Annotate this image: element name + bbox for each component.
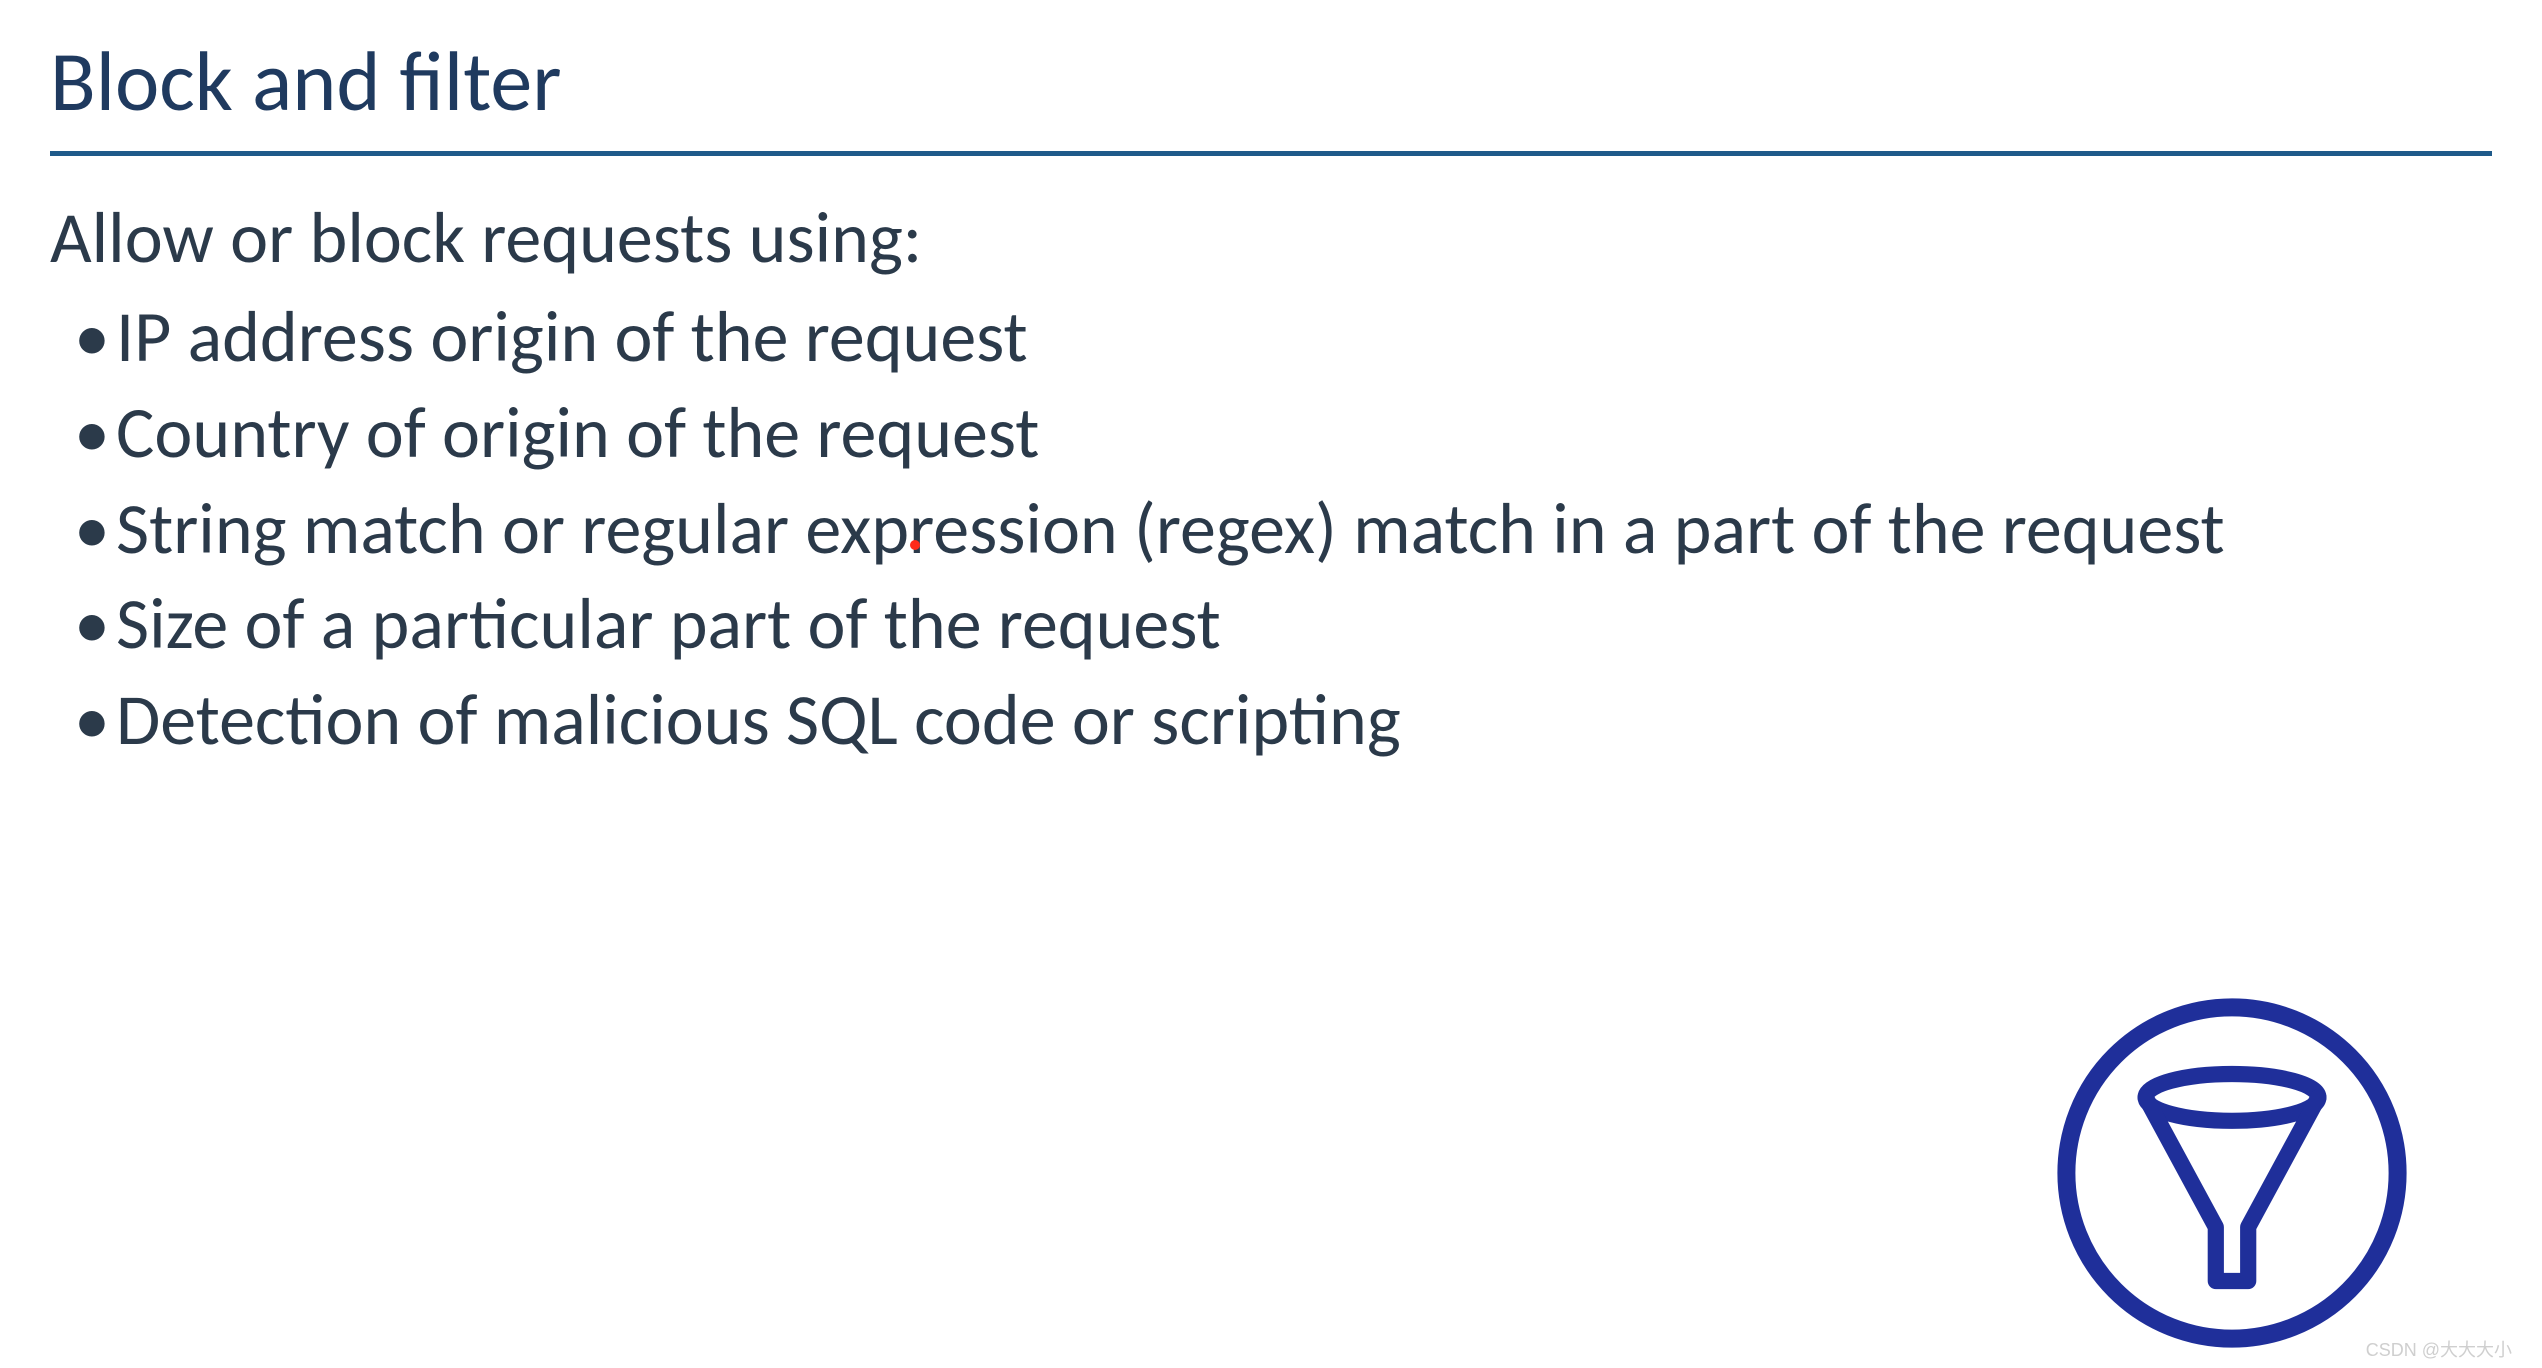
- bullet-item: Country of origin of the request: [74, 386, 2492, 482]
- watermark-text: CSDN @大大大小: [2366, 1336, 2512, 1362]
- slide-title: Block and filter: [50, 30, 2492, 133]
- bullet-item: Size of a particular part of the request: [74, 577, 2492, 673]
- title-divider: [50, 151, 2492, 156]
- intro-text: Allow or block requests using:: [50, 194, 2492, 282]
- bullet-item: Detection of malicious SQL code or scrip…: [74, 673, 2492, 769]
- bullet-item: String match or regular expression (rege…: [74, 482, 2492, 578]
- funnel-filter-icon: [2052, 993, 2412, 1353]
- laser-pointer-dot: [910, 540, 920, 550]
- bullet-item: IP address origin of the request: [74, 290, 2492, 386]
- bullet-list: IP address origin of the request Country…: [50, 290, 2492, 769]
